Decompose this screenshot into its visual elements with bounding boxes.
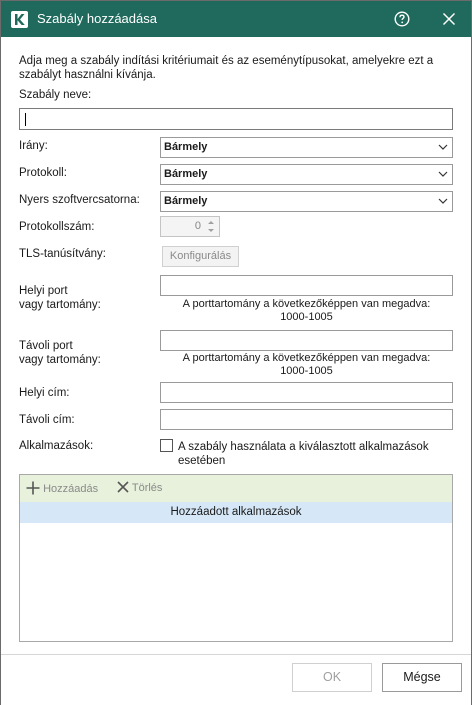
- direction-label: Irány:: [19, 140, 48, 152]
- add-application-button[interactable]: Hozzáadás: [26, 481, 98, 495]
- remote-port-label-line2: vagy tartomány:: [19, 354, 101, 366]
- window-title: Szabály hozzáadása: [37, 11, 157, 26]
- applications-checkbox[interactable]: [160, 439, 173, 452]
- local-port-hint-example: 1000-1005: [280, 311, 333, 323]
- applications-checkbox-label[interactable]: A szabály használata a kiválasztott alka…: [178, 440, 448, 468]
- protocol-number-label: Protokollszám:: [19, 221, 95, 233]
- protocol-number-value: 0: [194, 220, 201, 232]
- tls-certificate-label: TLS-tanúsítvány:: [19, 248, 106, 260]
- intro-text: Adja meg a szabály indítási kritériumait…: [19, 55, 434, 81]
- remote-address-label: Távoli cím:: [19, 414, 75, 426]
- protocol-number-spinbox[interactable]: 0: [160, 216, 220, 237]
- raw-socket-label: Nyers szoftvercsatorna:: [19, 194, 140, 206]
- local-port-label: Helyi port: [19, 285, 68, 297]
- delete-application-button[interactable]: Törlés: [117, 481, 162, 494]
- local-address-label: Helyi cím:: [19, 387, 70, 399]
- delete-application-label: Törlés: [131, 482, 163, 494]
- remote-port-hint-example: 1000-1005: [280, 365, 333, 377]
- add-application-label: Hozzáadás: [43, 483, 99, 495]
- protocol-select[interactable]: Bármely: [160, 164, 453, 185]
- raw-socket-select[interactable]: Bármely: [160, 191, 453, 212]
- remote-address-input[interactable]: [160, 409, 453, 430]
- chevron-down-icon: [438, 144, 448, 150]
- configure-button[interactable]: Konfigurálás: [162, 246, 239, 267]
- help-icon[interactable]: [394, 11, 410, 27]
- close-icon[interactable]: [441, 11, 457, 27]
- protocol-label: Protokoll:: [19, 167, 67, 179]
- column-header-added-applications[interactable]: Hozzáadott alkalmazások: [20, 502, 452, 523]
- applications-toolbar: Hozzáadás Törlés: [20, 475, 452, 503]
- local-port-hint: A porttartomány a következőképpen van me…: [182, 298, 431, 310]
- raw-socket-value: Bármely: [164, 195, 208, 207]
- applications-label: Alkalmazások:: [19, 440, 94, 452]
- chevron-down-icon: [438, 171, 448, 177]
- applications-list-panel: Hozzáadás Törlés Hozzáadott alkalmazások: [19, 474, 453, 642]
- plus-icon: [26, 481, 40, 495]
- cancel-button[interactable]: Mégse: [382, 663, 462, 692]
- remote-port-input[interactable]: [160, 330, 453, 351]
- title-bar: Szabály hozzáadása: [1, 1, 471, 37]
- text-caret: [25, 113, 26, 126]
- rule-name-input[interactable]: [19, 108, 453, 130]
- direction-value: Bármely: [164, 141, 208, 153]
- remote-port-label: Távoli port: [19, 340, 73, 352]
- add-rule-dialog: Szabály hozzáadása Adja meg a szabály in…: [0, 0, 472, 705]
- spin-arrows-icon[interactable]: [205, 218, 217, 235]
- local-port-input[interactable]: [160, 275, 453, 296]
- protocol-value: Bármely: [164, 168, 208, 180]
- kaspersky-logo-icon: [11, 11, 28, 28]
- local-port-label-line2: vagy tartomány:: [19, 299, 101, 311]
- local-address-input[interactable]: [160, 382, 453, 403]
- chevron-down-icon: [438, 198, 448, 204]
- remote-port-hint: A porttartomány a következőképpen van me…: [182, 352, 431, 364]
- direction-select[interactable]: Bármely: [160, 137, 453, 158]
- rule-name-label: Szabály neve:: [19, 89, 92, 101]
- delete-x-icon: [117, 481, 129, 493]
- ok-button[interactable]: OK: [292, 663, 372, 692]
